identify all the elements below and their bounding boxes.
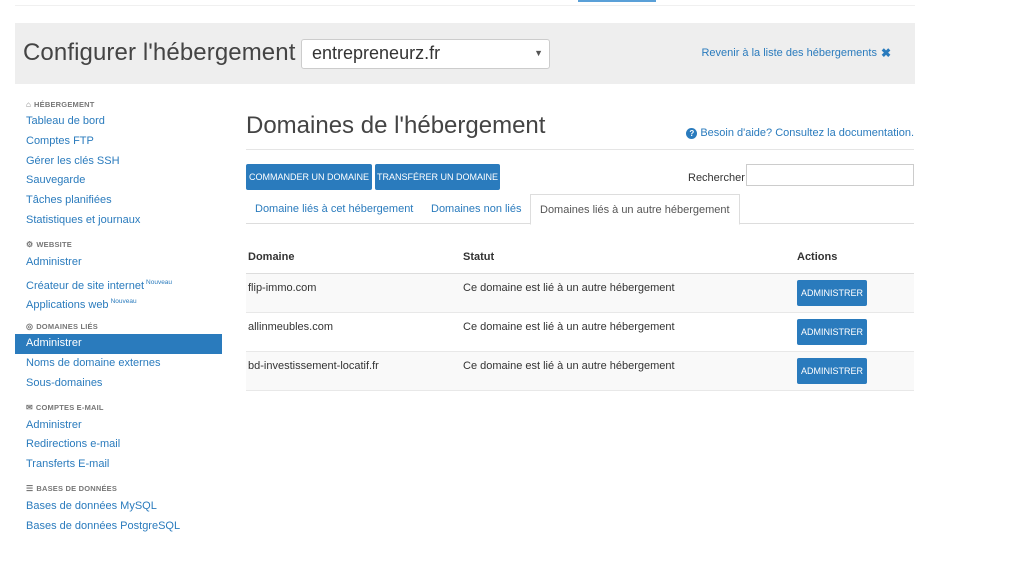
domain-tabs: Domaine liés à cet hébergement Domaines … <box>246 194 914 225</box>
table-row: flip-immo.com Ce domaine est lié à un au… <box>246 274 914 313</box>
divider <box>246 149 914 150</box>
globe-icon: ◎ <box>26 321 34 331</box>
search-input[interactable] <box>746 164 914 186</box>
gears-icon: ⚙ <box>26 240 34 250</box>
administer-button[interactable]: ADMINISTRER <box>797 319 867 345</box>
sidebar-item-email-transfers[interactable]: Transferts E-mail <box>15 455 222 475</box>
sidebar-heading-databases: ☰ BASES DE DONNÉES <box>26 484 118 494</box>
sidebar-item-postgresql[interactable]: Bases de données PostgreSQL <box>15 517 222 537</box>
sidebar-item-ssh[interactable]: Gérer les clés SSH <box>15 152 222 172</box>
status-cell: Ce domaine est lié à un autre hébergemen… <box>463 360 675 372</box>
database-icon: ☰ <box>26 484 34 494</box>
host-select[interactable]: entrepreneurz.fr ▼ <box>301 39 550 69</box>
tab-unlinked-domains[interactable]: Domaines non liés <box>422 194 531 224</box>
sidebar-item-ftp[interactable]: Comptes FTP <box>15 132 222 152</box>
sidebar-heading-linked-domains: ◎ DOMAINES LIÉS <box>26 321 98 331</box>
transfer-domain-button[interactable]: TRANSFÉRER UN DOMAINE <box>375 164 500 190</box>
tab-other-host-domains[interactable]: Domaines liés à un autre hébergement <box>530 194 740 225</box>
sidebar: ⌂ HÉBERGEMENT Tableau de bord Comptes FT… <box>15 96 222 537</box>
sidebar-item-site-builder[interactable]: Créateur de site internet Nouveau <box>15 273 222 293</box>
chevron-down-icon: ▼ <box>534 48 543 58</box>
sidebar-item-email-redirects[interactable]: Redirections e-mail <box>15 435 222 455</box>
domain-cell: flip-immo.com <box>248 282 317 294</box>
new-badge: Nouveau <box>146 278 173 286</box>
section-title: Domaines de l'hébergement <box>246 112 546 139</box>
status-cell: Ce domaine est lié à un autre hébergemen… <box>463 282 675 294</box>
help-link-label: Besoin d'aide? Consultez la documentatio… <box>700 127 914 139</box>
page-title: Configurer l'hébergement <box>23 39 296 66</box>
sidebar-heading-website: ⚙ WEBSITE <box>26 240 72 250</box>
column-header-status: Statut <box>463 251 495 263</box>
sidebar-heading-email: ✉ COMPTES E-MAIL <box>26 403 104 413</box>
sidebar-item-website-admin[interactable]: Administrer <box>15 253 222 273</box>
tab-linked-domains[interactable]: Domaine liés à cet hébergement <box>246 194 422 224</box>
table-row: bd-investissement-locatif.fr Ce domaine … <box>246 352 914 391</box>
sidebar-heading-hebergement: ⌂ HÉBERGEMENT <box>26 99 95 109</box>
top-bar <box>15 0 915 6</box>
new-badge: Nouveau <box>110 298 137 306</box>
home-icon: ⌂ <box>26 99 32 109</box>
table-row: allinmeubles.com Ce domaine est lié à un… <box>246 313 914 352</box>
column-header-actions: Actions <box>797 251 838 263</box>
column-header-domain: Domaine <box>248 251 295 263</box>
domain-cell: allinmeubles.com <box>248 321 333 333</box>
domain-cell: bd-investissement-locatif.fr <box>248 360 379 372</box>
sidebar-item-stats[interactable]: Statistiques et journaux <box>15 211 222 231</box>
order-domain-button[interactable]: COMMANDER UN DOMAINE <box>246 164 372 190</box>
sidebar-item-cron[interactable]: Tâches planifiées <box>15 191 222 211</box>
question-circle-icon: ? <box>686 127 698 139</box>
host-select-value: entrepreneurz.fr <box>312 43 441 63</box>
top-tab-indicator <box>578 0 656 2</box>
page-header: Configurer l'hébergement entrepreneurz.f… <box>15 23 915 84</box>
sidebar-item-domains-admin[interactable]: Administrer <box>15 334 222 354</box>
back-link-label: Revenir à la liste des hébergements <box>701 47 877 59</box>
envelope-icon: ✉ <box>26 403 33 413</box>
sidebar-item-dashboard[interactable]: Tableau de bord <box>15 112 222 132</box>
domains-table: Domaine Statut Actions flip-immo.com Ce … <box>246 236 914 391</box>
sidebar-item-backup[interactable]: Sauvegarde <box>15 171 222 191</box>
sidebar-item-subdomains[interactable]: Sous-domaines <box>15 374 222 394</box>
sidebar-item-external-domains[interactable]: Noms de domaine externes <box>15 354 222 374</box>
administer-button[interactable]: ADMINISTRER <box>797 280 867 306</box>
sidebar-item-email-admin[interactable]: Administrer <box>15 416 222 436</box>
close-icon: ✖ <box>880 46 891 60</box>
search-label: Rechercher <box>688 172 745 184</box>
sidebar-item-mysql[interactable]: Bases de données MySQL <box>15 497 222 517</box>
back-to-hosts-link[interactable]: Revenir à la liste des hébergements ✖ <box>701 46 891 60</box>
table-header: Domaine Statut Actions <box>246 236 914 274</box>
sidebar-item-web-apps[interactable]: Applications web Nouveau <box>15 292 222 312</box>
status-cell: Ce domaine est lié à un autre hébergemen… <box>463 321 675 333</box>
help-link[interactable]: ? Besoin d'aide? Consultez la documentat… <box>686 127 914 139</box>
administer-button[interactable]: ADMINISTRER <box>797 358 867 384</box>
